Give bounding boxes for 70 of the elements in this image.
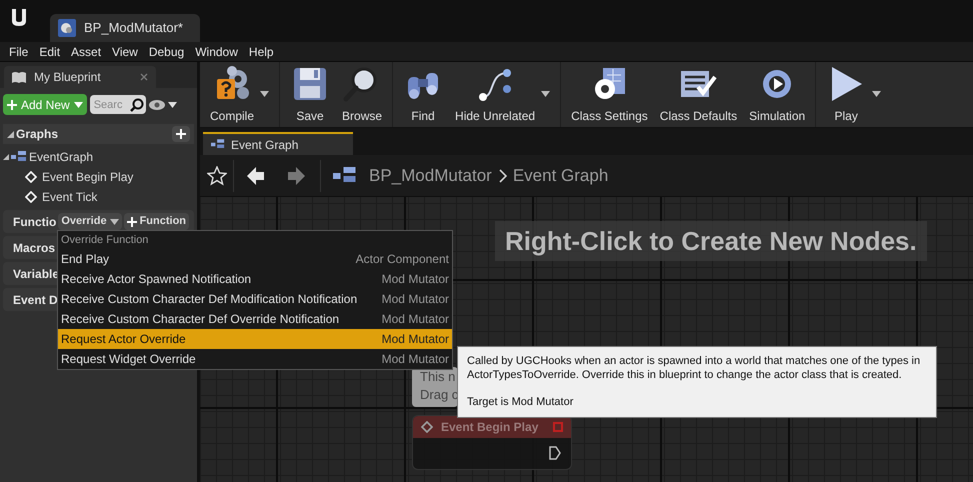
graph-tab[interactable]: Event Graph [203, 132, 353, 155]
search-button[interactable] [128, 95, 146, 114]
breadcrumb-item[interactable]: BP_ModMutator [369, 162, 492, 188]
book-icon [12, 71, 26, 83]
menu-item[interactable]: End Play Actor Component [58, 249, 452, 269]
menu-item[interactable]: Asset [66, 42, 106, 60]
caret-icon [260, 91, 270, 97]
toolbar-button[interactable]: Hide Unrelated [449, 62, 556, 127]
override-button[interactable]: Override [58, 213, 122, 230]
plus-icon [176, 129, 186, 139]
document-tab[interactable]: BP_ModMutator* [50, 14, 200, 42]
eye-icon[interactable] [148, 100, 165, 110]
tab-title: BP_ModMutator* [84, 19, 183, 38]
breadcrumb-item[interactable]: Event Graph [512, 162, 608, 188]
chevron-right-icon [498, 168, 507, 182]
toolbar-button[interactable]: Compile [204, 62, 276, 127]
tree-item[interactable]: Event Begin Play [3, 167, 194, 187]
menu-item[interactable]: View [107, 42, 143, 60]
caret-icon [110, 218, 119, 224]
graph-icon [211, 139, 225, 150]
search-icon [130, 98, 144, 112]
plus-icon [7, 100, 17, 110]
menu-header: Override Function [60, 233, 150, 248]
graphs-header[interactable]: Graphs [3, 124, 194, 144]
exec-pin-icon[interactable] [549, 446, 561, 460]
section-title: Graphs [16, 126, 60, 143]
forward-arrow-icon[interactable] [286, 166, 306, 186]
event-diamond-icon [25, 171, 37, 183]
blueprint-icon [58, 19, 76, 37]
add-function-button[interactable]: Function [124, 213, 190, 230]
tree-item[interactable]: EventGraph [3, 147, 194, 167]
menu-item[interactable]: File [4, 42, 34, 60]
menu-item[interactable]: Request Actor Override Mod Mutator [58, 329, 452, 349]
toolbar-button[interactable]: Class Settings [565, 62, 654, 127]
event-diamond-icon [421, 421, 433, 433]
plus-icon [126, 216, 137, 226]
close-icon[interactable] [140, 73, 148, 81]
toolbar-button[interactable]: Play [820, 62, 888, 127]
menu-item[interactable]: Receive Custom Character Def Override Notification Mod Mutator [58, 309, 452, 329]
caret-icon [74, 102, 83, 108]
tooltip-description: Called by UGCHooks when an actor is spawned into a world that matches one of the types in ActorTypesToOverride. Override this in blueprint to change the actor class that is created. [467, 354, 922, 382]
toolbar-button[interactable]: Class Defaults [654, 62, 744, 127]
menu-item[interactable]: Receive Custom Character Def Modification Notification Mod Mutator [58, 289, 452, 309]
menu-item[interactable]: Window [190, 42, 243, 60]
panel-title: My Blueprint [34, 69, 102, 86]
graph-icon [333, 166, 357, 184]
back-arrow-icon[interactable] [246, 166, 266, 186]
star-icon[interactable] [207, 166, 227, 186]
menu-item[interactable]: Request Widget Override Mod Mutator [58, 349, 452, 369]
tree-item[interactable]: Event Tick [3, 187, 194, 207]
section-header[interactable]: Functio Override Function [3, 210, 194, 233]
toolbar-button[interactable]: Find [397, 62, 450, 127]
toolbar-button[interactable]: Simulation [743, 62, 812, 127]
caret-icon [541, 91, 550, 97]
caret-icon [872, 91, 882, 97]
caret-icon [168, 102, 177, 108]
tooltip-target: Target is Mod Mutator [467, 395, 574, 409]
menu-item[interactable]: Debug [144, 42, 190, 60]
toolbar-button[interactable]: Browse [336, 62, 388, 127]
node-title: Event Begin Play [441, 419, 540, 436]
add-graph-button[interactable] [172, 126, 190, 142]
toolbar-button[interactable]: Save [284, 62, 336, 127]
event-diamond-icon [25, 191, 37, 203]
menu-item[interactable]: Help [244, 42, 279, 60]
menu-item[interactable]: Receive Actor Spawned Notification Mod Mutator [58, 269, 452, 289]
search-field[interactable]: Searc [90, 95, 128, 114]
graph-icon [11, 151, 27, 163]
panel-tab[interactable]: My Blueprint [4, 66, 156, 88]
menu-item[interactable]: Edit [34, 42, 66, 60]
canvas-hint: Right-Click to Create New Nodes. [495, 221, 927, 261]
